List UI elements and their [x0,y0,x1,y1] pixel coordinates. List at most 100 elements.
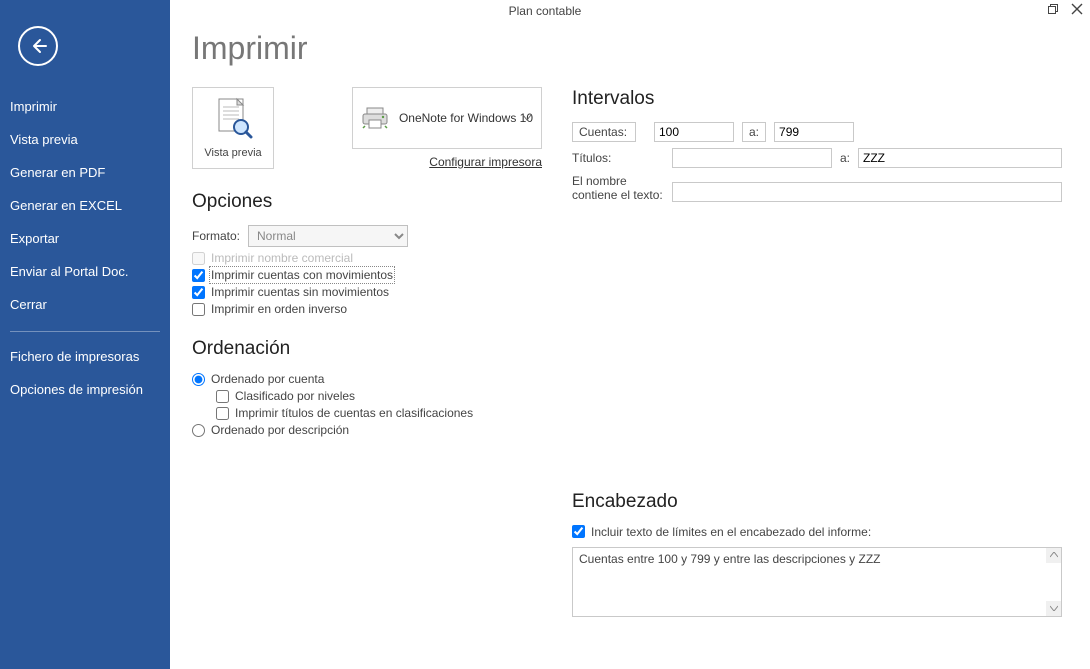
sidebar-item-label: Imprimir [10,99,57,114]
nombre-input[interactable] [672,182,1062,202]
opciones-heading: Opciones [192,191,542,213]
cuentas-label-button[interactable]: Cuentas: [572,122,636,142]
titulos-sep: a: [840,151,850,165]
chk-niveles-input[interactable] [216,390,229,403]
sidebar-item-generar-pdf[interactable]: Generar en PDF [0,156,170,189]
sidebar-item-generar-excel[interactable]: Generar en EXCEL [0,189,170,222]
sidebar-item-exportar[interactable]: Exportar [0,222,170,255]
close-icon [1071,3,1083,15]
sidebar-item-fichero-impresoras[interactable]: Fichero de impresoras [0,340,170,373]
radio-cuenta-input[interactable] [192,373,205,386]
nombre-row: El nombre contiene el texto: [572,174,1062,203]
left-column: Imprimir Vista previa [192,30,542,659]
chk-label: Imprimir cuentas sin movimientos [211,285,389,299]
chk-orden-inverso[interactable]: Imprimir en orden inverso [192,302,542,316]
titulos-label: Títulos: [572,151,672,165]
chk-label: Imprimir cuentas con movimientos [211,268,393,282]
chevron-down-icon [523,115,531,121]
encabezado-section: Encabezado Incluir texto de límites en e… [572,491,1062,617]
chk-nombre-comercial-input[interactable] [192,252,205,265]
titulos-to-input[interactable] [858,148,1062,168]
chk-label: Incluir texto de límites en el encabezad… [591,525,871,539]
chevron-up-icon [1050,552,1058,558]
sidebar-item-cerrar[interactable]: Cerrar [0,288,170,321]
sidebar-item-imprimir[interactable]: Imprimir [0,90,170,123]
cuentas-a-button[interactable]: a: [742,122,766,142]
radio-label: Ordenado por cuenta [211,372,324,386]
chk-con-mov-input[interactable] [192,269,205,282]
opciones-section: Opciones Formato: Normal Imprimir nombre… [192,191,542,316]
encabezado-text: Cuentas entre 100 y 799 y entre las desc… [579,552,880,566]
titlebar: Plan contable [0,0,1090,22]
sidebar-separator [10,331,160,332]
sidebar-item-label: Exportar [10,231,59,246]
chk-imprimir-titulos[interactable]: Imprimir títulos de cuentas en clasifica… [216,406,542,420]
ordenacion-section: Ordenación Ordenado por cuenta Clasifica… [192,338,542,437]
chk-con-movimientos[interactable]: Imprimir cuentas con movimientos [192,268,542,282]
chk-sin-mov-input[interactable] [192,286,205,299]
chk-sin-movimientos[interactable]: Imprimir cuentas sin movimientos [192,285,542,299]
formato-label: Formato: [192,229,240,243]
preview-printer-row: Vista previa OneNote for Windows 10 [192,87,542,169]
restore-icon [1047,3,1059,15]
cuentas-row: Cuentas: a: [572,122,1062,142]
preview-label: Vista previa [204,147,261,159]
sidebar-item-label: Generar en PDF [10,165,105,180]
cuentas-sep: a: [742,125,766,139]
radio-ordenado-descripcion[interactable]: Ordenado por descripción [192,423,542,437]
chevron-down-icon [1050,605,1058,611]
chk-label: Imprimir títulos de cuentas en clasifica… [235,406,473,420]
chk-nombre-comercial[interactable]: Imprimir nombre comercial [192,251,542,265]
window-close-button[interactable] [1070,2,1084,16]
chk-inverso-input[interactable] [192,303,205,316]
scroll-up-button[interactable] [1046,548,1061,563]
scroll-down-button[interactable] [1046,601,1061,616]
printer-select[interactable]: OneNote for Windows 10 [352,87,542,149]
cuentas-to-input[interactable] [774,122,854,142]
nombre-label-l2: contiene el texto: [572,188,663,202]
sidebar-item-label: Fichero de impresoras [10,349,139,364]
cuentas-from-input[interactable] [654,122,734,142]
encabezado-textarea[interactable]: Cuentas entre 100 y 799 y entre las desc… [572,547,1062,617]
sidebar-item-vista-previa[interactable]: Vista previa [0,123,170,156]
main-content: Imprimir Vista previa [170,0,1090,669]
window-title: Plan contable [509,4,582,18]
radio-desc-input[interactable] [192,424,205,437]
printer-stack: OneNote for Windows 10 Configurar impres… [286,87,542,169]
radio-label: Ordenado por descripción [211,423,349,437]
sidebar-item-label: Vista previa [10,132,78,147]
formato-row: Formato: Normal [192,225,542,247]
sidebar: Imprimir Vista previa Generar en PDF Gen… [0,0,170,669]
formato-select[interactable]: Normal [248,225,408,247]
sidebar-item-label: Opciones de impresión [10,382,143,397]
window-controls [1046,2,1084,16]
chk-label: Clasificado por niveles [235,389,355,403]
print-preview-button[interactable]: Vista previa [192,87,274,169]
nombre-label: El nombre contiene el texto: [572,174,672,203]
ordenacion-heading: Ordenación [192,338,542,360]
back-button[interactable] [18,26,58,66]
nombre-label-l1: El nombre [572,174,627,188]
printer-icon [361,106,389,130]
intervalos-section: Intervalos Cuentas: a: Títulos: a: [572,88,1062,203]
sidebar-item-enviar-portal[interactable]: Enviar al Portal Doc. [0,255,170,288]
titulos-row: Títulos: a: [572,148,1062,168]
sidebar-item-label: Cerrar [10,297,47,312]
chk-clasificado-niveles[interactable]: Clasificado por niveles [216,389,542,403]
chk-label: Imprimir en orden inverso [211,302,347,316]
intervalos-heading: Intervalos [572,88,1062,110]
encabezado-heading: Encabezado [572,491,1062,513]
document-magnifier-icon [213,97,253,143]
back-arrow-icon [28,36,48,56]
titulos-from-input[interactable] [672,148,832,168]
app-root: Plan contable Imprimir Vista previa Ge [0,0,1090,669]
configure-printer-link[interactable]: Configurar impresora [429,155,542,169]
radio-ordenado-cuenta[interactable]: Ordenado por cuenta [192,372,542,386]
window-restore-button[interactable] [1046,2,1060,16]
chk-incluir-input[interactable] [572,525,585,538]
printer-name: OneNote for Windows 10 [399,111,533,125]
chk-label: Imprimir nombre comercial [211,251,353,265]
sidebar-item-opciones-impresion[interactable]: Opciones de impresión [0,373,170,406]
chk-titulos-input[interactable] [216,407,229,420]
chk-incluir-limites[interactable]: Incluir texto de límites en el encabezad… [572,525,1062,539]
